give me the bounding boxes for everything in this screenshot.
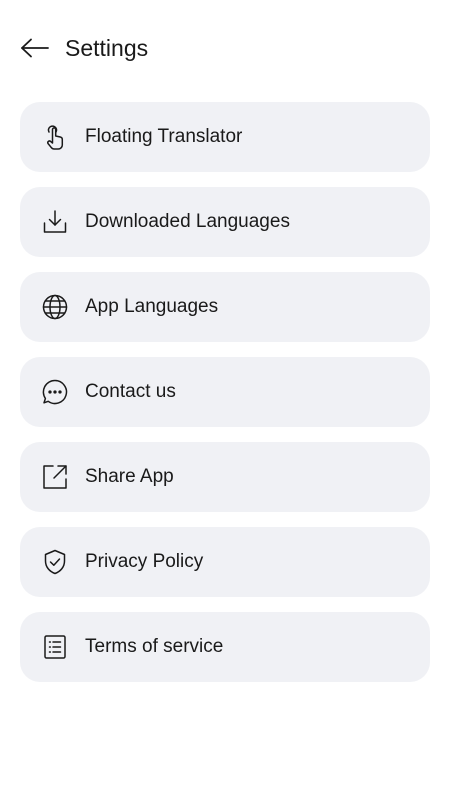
settings-item-floating-translator[interactable]: Floating Translator bbox=[20, 102, 430, 172]
settings-list: Floating Translator Downloaded Languages bbox=[20, 102, 430, 697]
settings-item-contact-us[interactable]: Contact us bbox=[20, 357, 430, 427]
tap-finger-icon bbox=[41, 123, 69, 151]
globe-icon bbox=[41, 293, 69, 321]
arrow-left-icon bbox=[20, 38, 50, 58]
share-external-icon bbox=[41, 463, 69, 491]
chat-bubble-icon bbox=[41, 378, 69, 406]
settings-item-label: Downloaded Languages bbox=[85, 211, 290, 232]
settings-item-label: Privacy Policy bbox=[85, 551, 204, 572]
shield-check-icon bbox=[41, 548, 69, 576]
settings-item-app-languages[interactable]: App Languages bbox=[20, 272, 430, 342]
settings-item-label: App Languages bbox=[85, 296, 219, 317]
settings-item-downloaded-languages[interactable]: Downloaded Languages bbox=[20, 187, 430, 257]
settings-item-privacy-policy[interactable]: Privacy Policy bbox=[20, 527, 430, 597]
download-icon bbox=[41, 208, 69, 236]
back-button[interactable] bbox=[18, 32, 52, 64]
settings-item-label: Contact us bbox=[85, 381, 176, 402]
page-title: Settings bbox=[65, 35, 149, 61]
settings-item-terms-of-service[interactable]: Terms of service bbox=[20, 612, 430, 682]
app-header: Settings bbox=[0, 26, 450, 70]
document-list-icon bbox=[41, 633, 69, 661]
settings-screen: Settings Floating Translator Downloaded … bbox=[0, 0, 450, 800]
settings-item-label: Terms of service bbox=[85, 636, 224, 657]
settings-item-share-app[interactable]: Share App bbox=[20, 442, 430, 512]
settings-item-label: Share App bbox=[85, 466, 174, 487]
settings-item-label: Floating Translator bbox=[85, 126, 243, 147]
